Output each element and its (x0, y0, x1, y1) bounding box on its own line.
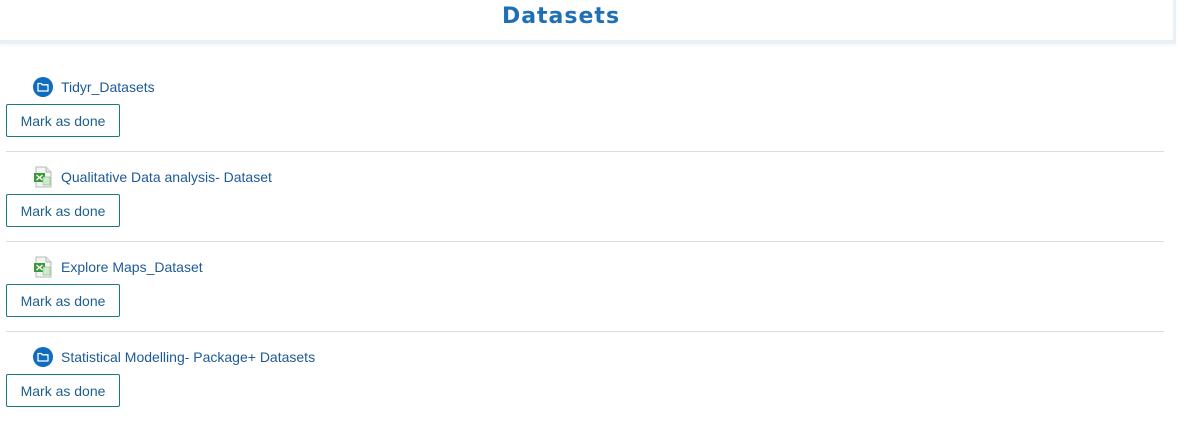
activity-item: Explore Maps_Dataset Mark as done (6, 242, 1164, 332)
activity-link-qualitative-data-analysis[interactable]: Qualitative Data analysis- Dataset (32, 166, 272, 188)
folder-icon (32, 76, 54, 98)
activity-name: Explore Maps_Dataset (61, 259, 203, 275)
activity-item: Statistical Modelling- Package+ Datasets… (6, 332, 1164, 422)
activity-name: Qualitative Data analysis- Dataset (61, 169, 272, 185)
activity-item: Qualitative Data analysis- Dataset Mark … (6, 152, 1164, 242)
spreadsheet-icon (32, 166, 54, 188)
activity-link-explore-maps-dataset[interactable]: Explore Maps_Dataset (32, 256, 203, 278)
page: Datasets Tidyr_Datasets Mark as done Qua… (0, 0, 1196, 428)
activity-name: Tidyr_Datasets (61, 79, 155, 95)
activity-name: Statistical Modelling- Package+ Datasets (61, 349, 316, 365)
activity-list: Tidyr_Datasets Mark as done Qualitative … (6, 62, 1164, 422)
mark-as-done-button[interactable]: Mark as done (6, 284, 120, 317)
spreadsheet-icon (32, 256, 54, 278)
folder-icon (32, 346, 54, 368)
mark-as-done-button[interactable]: Mark as done (6, 374, 120, 407)
section-header: Datasets (0, 0, 1176, 44)
mark-as-done-button[interactable]: Mark as done (6, 104, 120, 137)
activity-item: Tidyr_Datasets Mark as done (6, 62, 1164, 152)
mark-as-done-button[interactable]: Mark as done (6, 194, 120, 227)
section-title: Datasets (501, 4, 621, 29)
activity-link-statistical-modelling[interactable]: Statistical Modelling- Package+ Datasets (32, 346, 315, 368)
activity-link-tidyr-datasets[interactable]: Tidyr_Datasets (32, 76, 155, 98)
